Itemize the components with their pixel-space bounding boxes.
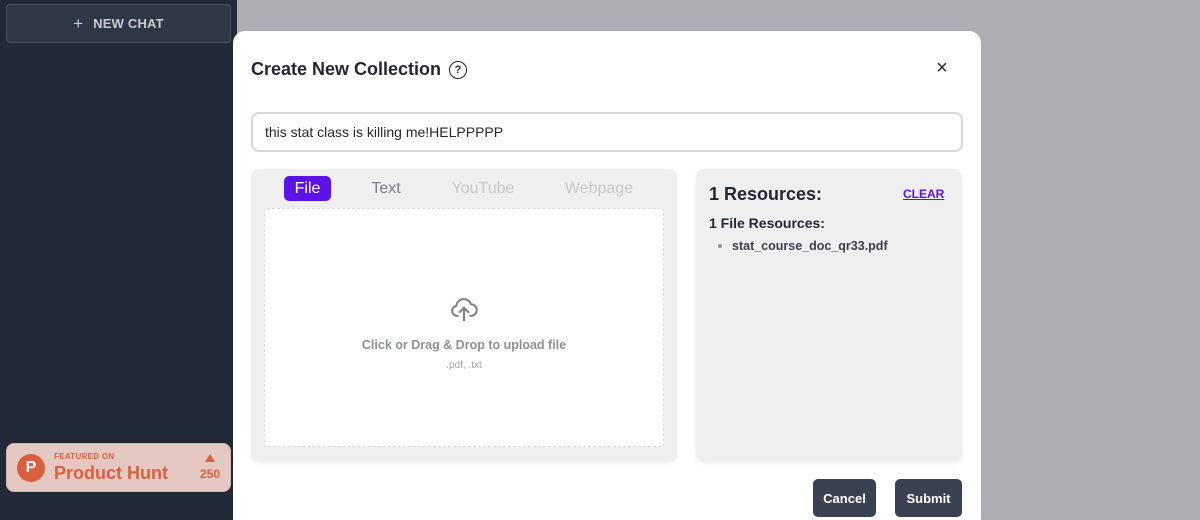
collection-name-input[interactable] <box>251 112 963 152</box>
upvote-count: 250 <box>199 467 220 481</box>
dropzone-file-types: .pdf, .txt <box>446 360 482 371</box>
close-icon[interactable]: × <box>931 57 953 79</box>
upload-panel: File Text YouTube Webpage Click or Drag … <box>251 169 677 461</box>
help-icon[interactable]: ? <box>449 60 468 79</box>
cloud-upload-icon <box>451 298 478 322</box>
new-chat-button[interactable]: + NEW CHAT <box>6 4 231 43</box>
product-hunt-name: Product Hunt <box>54 463 168 483</box>
file-dropzone[interactable]: Click or Drag & Drop to upload file .pdf… <box>264 208 664 447</box>
featured-on-label: FEATURED ON <box>54 452 115 461</box>
new-chat-label: NEW CHAT <box>93 16 164 31</box>
upvote-counter: 250 <box>200 454 220 481</box>
create-collection-modal: Create New Collection ? × File Text YouT… <box>233 31 981 520</box>
sidebar: + NEW CHAT P FEATURED ON Product Hunt 25… <box>0 0 237 520</box>
modal-title: Create New Collection <box>251 59 442 79</box>
resources-title: 1 Resources: <box>709 184 823 204</box>
file-resources-title: 1 File Resources: <box>709 215 825 231</box>
bullet-icon <box>718 244 722 248</box>
file-name: stat_course_doc_qr33.pdf <box>732 239 888 253</box>
clear-button[interactable]: CLEAR <box>903 187 944 201</box>
source-tabs: File Text YouTube Webpage <box>251 176 677 202</box>
tab-youtube[interactable]: YouTube <box>447 176 519 201</box>
list-item: stat_course_doc_qr33.pdf <box>718 239 888 253</box>
product-hunt-text: FEATURED ON Product Hunt <box>54 452 168 483</box>
submit-button[interactable]: Submit <box>895 479 962 517</box>
dropzone-instructions: Click or Drag & Drop to upload file <box>361 338 567 352</box>
product-hunt-logo-icon: P <box>17 453 45 482</box>
cancel-button[interactable]: Cancel <box>813 479 876 517</box>
tab-file[interactable]: File <box>284 176 331 201</box>
plus-icon: + <box>73 14 84 33</box>
product-hunt-badge[interactable]: P FEATURED ON Product Hunt 250 <box>6 443 231 492</box>
tab-text[interactable]: Text <box>361 176 411 201</box>
tab-webpage[interactable]: Webpage <box>559 176 639 201</box>
modal-header: Create New Collection ? <box>251 59 468 80</box>
upvote-arrow-icon <box>204 454 215 462</box>
resources-panel: 1 Resources: CLEAR 1 File Resources: sta… <box>696 169 962 461</box>
